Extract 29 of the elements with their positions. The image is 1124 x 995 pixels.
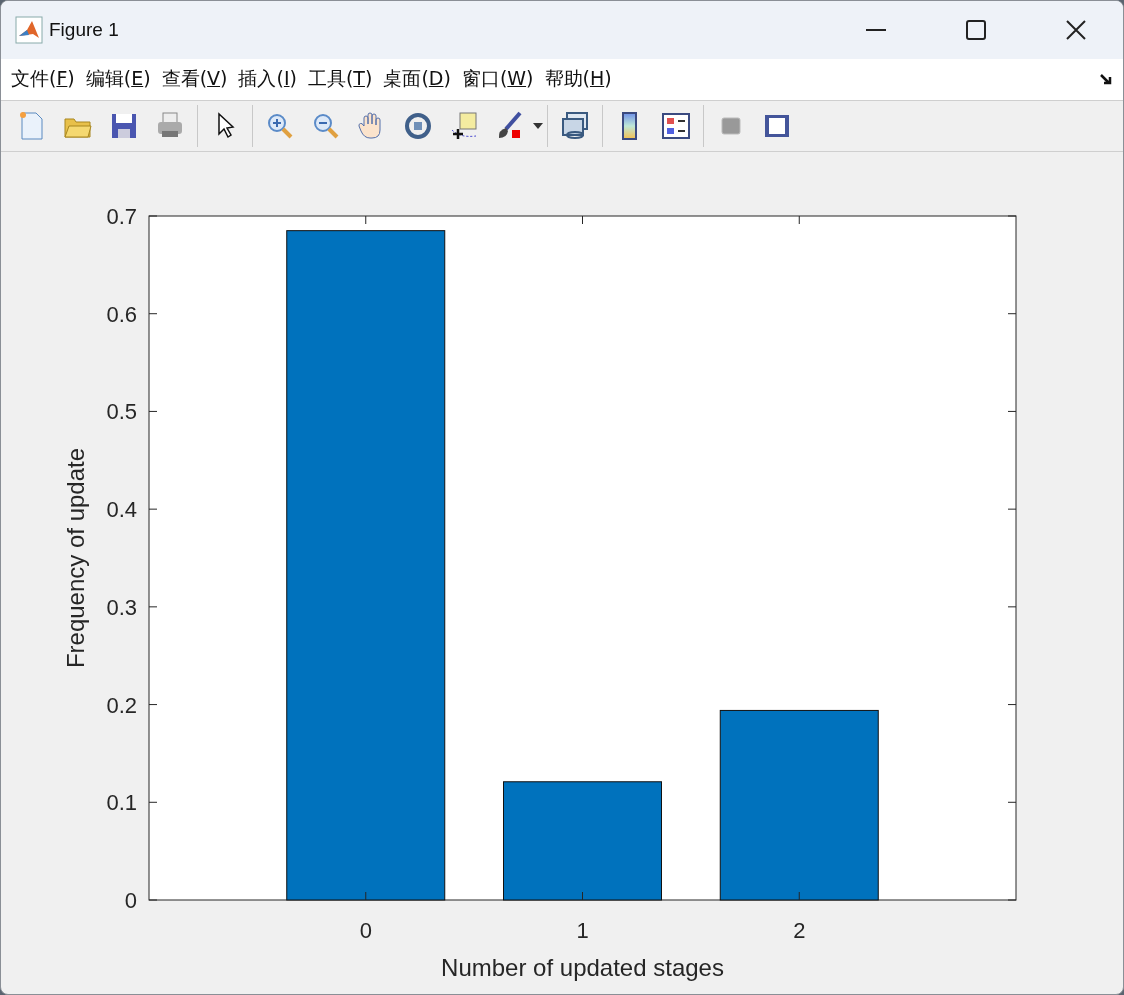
menu-item[interactable]: 工具(T) bbox=[305, 66, 382, 93]
x-tick-label: 2 bbox=[793, 918, 806, 943]
x-axis-label: Number of updated stages bbox=[441, 954, 724, 981]
dock-arrow-icon bbox=[1099, 72, 1113, 87]
minimize-icon bbox=[866, 29, 886, 31]
linked-windows-icon bbox=[559, 109, 591, 142]
y-axis-label: Frequency of update bbox=[62, 447, 89, 669]
y-tick-label: 0.7 bbox=[106, 204, 137, 229]
caret-icon[interactable] bbox=[533, 122, 543, 129]
menu-item[interactable]: 帮助(H) bbox=[542, 66, 621, 93]
y-tick-label: 0 bbox=[124, 888, 137, 913]
menu-item[interactable]: 桌面(D) bbox=[381, 66, 460, 93]
close-icon bbox=[1066, 20, 1086, 40]
y-tick-label: 0.6 bbox=[106, 301, 137, 327]
menu-item[interactable]: 窗口(W) bbox=[459, 66, 543, 93]
maximize-icon bbox=[966, 20, 986, 40]
menu-item[interactable]: 查看(V) bbox=[159, 66, 237, 93]
app-logo-icon bbox=[15, 16, 43, 44]
y-tick-label: 0.3 bbox=[106, 594, 137, 620]
y-tick-label: 0.2 bbox=[106, 692, 137, 718]
x-tick-label: 0 bbox=[359, 918, 372, 943]
menu-item[interactable]: 编辑(E) bbox=[83, 66, 160, 93]
y-tick-label: 0.4 bbox=[106, 497, 137, 523]
window-title: Figure 1 bbox=[49, 19, 120, 41]
y-tick-label: 0.1 bbox=[106, 790, 137, 816]
menu-item[interactable]: 文件(F) bbox=[9, 66, 84, 93]
x-tick-label: 1 bbox=[576, 918, 589, 943]
y-tick-label: 0.5 bbox=[106, 399, 137, 425]
menu-item[interactable]: 插入(I) bbox=[236, 66, 306, 93]
